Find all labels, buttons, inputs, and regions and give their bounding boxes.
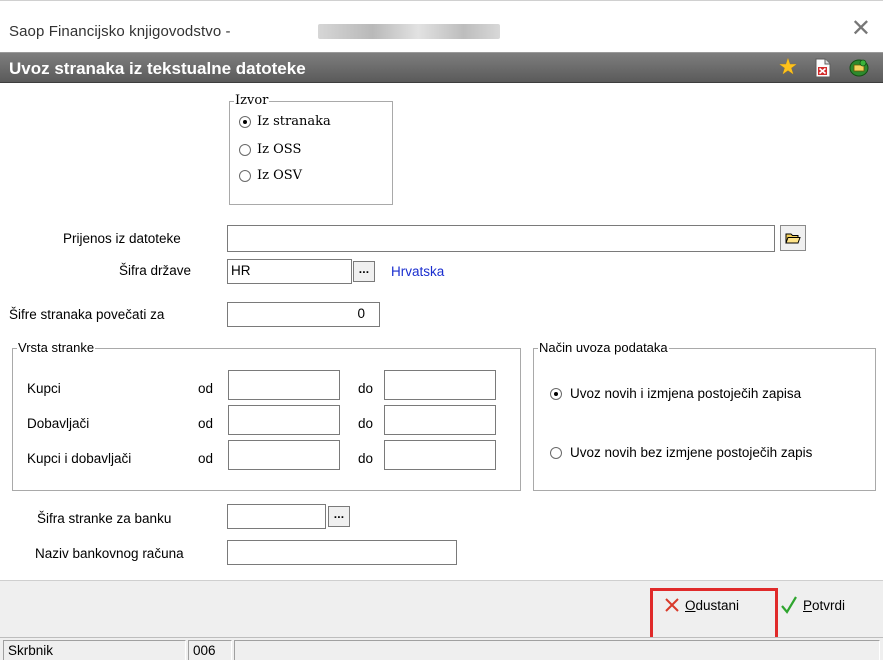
radio-label: Iz OSS [257, 142, 302, 157]
radio-button[interactable] [239, 143, 251, 156]
checkmark-icon [781, 596, 797, 614]
form-header: Uvoz stranaka iz tekstualne datoteke ★ [0, 52, 883, 83]
bank-code-label: Šifra stranke za banku [37, 511, 172, 526]
radio-iz-stranaka[interactable]: Iz stranaka [239, 114, 331, 129]
radio-iz-oss[interactable]: Iz OSS [239, 142, 301, 157]
row-label-kupci-i-dobavljaci: Kupci i dobavljači [27, 451, 132, 466]
file-label: Prijenos iz datoteke [63, 231, 181, 246]
radio-label: Iz stranaka [257, 114, 331, 129]
source-group-legend: Izvor [234, 93, 270, 108]
window-titlebar: Saop Financijsko knjigovodstvo - ✕ [0, 0, 883, 52]
to-label: do [358, 381, 374, 396]
dobavljaci-from-input[interactable] [228, 405, 340, 435]
bank-code-input[interactable] [227, 504, 326, 529]
confirm-button[interactable]: Potvrdi [780, 595, 845, 615]
country-lookup-button[interactable]: ··· [353, 261, 375, 282]
bank-account-label: Naziv bankovnog računa [35, 546, 184, 561]
folder-open-icon [785, 233, 801, 244]
redacted-company-name [318, 24, 500, 39]
bank-account-input[interactable] [227, 540, 457, 565]
increase-label: Šifre stranaka povečati za [9, 307, 165, 322]
exit-icon[interactable] [848, 57, 870, 79]
radio-button[interactable] [550, 446, 562, 459]
status-code: 006 [188, 640, 232, 660]
window-title: Saop Financijsko knjigovodstvo - [9, 23, 231, 40]
from-label: od [198, 381, 214, 396]
file-path-input[interactable] [227, 225, 775, 252]
kupci-i-dobavljaci-to-input[interactable] [384, 440, 496, 470]
from-label: od [198, 416, 214, 431]
country-name-link[interactable]: Hrvatska [391, 264, 444, 279]
cancel-button[interactable]: Odustani [664, 597, 739, 613]
status-empty [234, 640, 880, 660]
document-close-icon[interactable] [812, 57, 834, 79]
form-title: Uvoz stranaka iz tekstualne datoteke [9, 59, 306, 78]
radio-iz-osv[interactable]: Iz OSV [239, 168, 302, 183]
status-bar: Skrbnik 006 [0, 637, 883, 660]
row-label-dobavljaci: Dobavljači [27, 416, 90, 431]
radio-import-new-only[interactable]: Uvoz novih bez izmjene postoječih zapis [550, 445, 876, 460]
close-icon[interactable]: ✕ [851, 16, 871, 40]
dobavljaci-to-input[interactable] [384, 405, 496, 435]
radio-label: Iz OSV [257, 168, 303, 183]
confirm-label: Potvrdi [803, 597, 846, 613]
radio-button[interactable] [550, 387, 562, 400]
cancel-x-icon [665, 598, 679, 612]
kupci-from-input[interactable] [228, 370, 340, 400]
form-body: Izvor Iz stranaka Iz OSS Iz OSV Prijenos… [0, 83, 883, 580]
kupci-i-dobavljaci-from-input[interactable] [228, 440, 340, 470]
source-group: Izvor Iz stranaka Iz OSS Iz OSV [229, 93, 393, 205]
status-user: Skrbnik [3, 640, 186, 660]
radio-button[interactable] [239, 169, 251, 182]
kupci-to-input[interactable] [384, 370, 496, 400]
bank-code-lookup-button[interactable]: ··· [328, 506, 350, 527]
country-code-label: Šifra države [119, 263, 192, 278]
import-mode-legend: Način uvoza podataka [538, 340, 669, 355]
cancel-label: Odustani [685, 597, 740, 613]
radio-button[interactable] [239, 115, 251, 128]
to-label: do [358, 451, 374, 466]
to-label: do [358, 416, 374, 431]
party-type-legend: Vrsta stranke [17, 340, 96, 355]
country-code-input[interactable]: HR [227, 259, 352, 284]
star-icon[interactable]: ★ [777, 57, 799, 79]
import-mode-group: Način uvoza podataka [533, 340, 876, 491]
radio-import-new-and-update[interactable]: Uvoz novih i izmjena postoječih zapisa [550, 386, 801, 401]
radio-label: Uvoz novih i izmjena postoječih zapisa [570, 386, 802, 401]
row-label-kupci: Kupci [27, 381, 61, 396]
increase-input[interactable]: 0 [227, 302, 380, 327]
browse-folder-button[interactable] [780, 225, 806, 251]
highlight-box [650, 588, 778, 641]
from-label: od [198, 451, 214, 466]
radio-label: Uvoz novih bez izmjene postoječih zapis [570, 445, 813, 460]
